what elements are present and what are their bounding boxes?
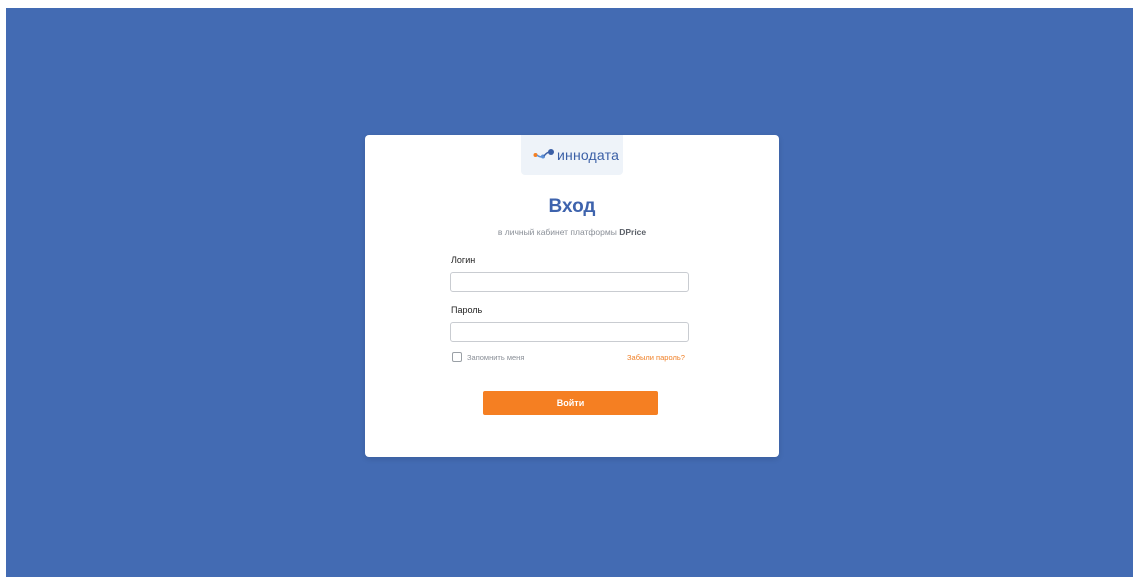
innodata-logo-icon (533, 149, 554, 159)
password-label: Пароль (451, 305, 483, 315)
login-button[interactable]: Войти (483, 391, 658, 415)
remember-me-option[interactable]: Запомнить меня (452, 352, 524, 362)
login-input[interactable] (450, 272, 689, 292)
logo-text: иннодата (557, 147, 620, 163)
page-subtitle: в личный кабинет платформы DPrice (365, 227, 779, 237)
page-title: Вход (548, 196, 596, 217)
password-input[interactable] (450, 322, 689, 342)
forgot-password-link[interactable]: Забыли пароль? (627, 353, 685, 362)
login-card: иннодата Вход в личный кабинет платформы… (365, 135, 779, 457)
remember-me-label: Запомнить меня (467, 352, 525, 362)
logo-container: иннодата (521, 135, 623, 175)
subtitle-text: в личный кабинет платформы (497, 227, 620, 237)
remember-me-checkbox[interactable] (452, 352, 462, 362)
login-label: Логин (451, 255, 476, 265)
platform-name: DPrice (619, 227, 647, 237)
